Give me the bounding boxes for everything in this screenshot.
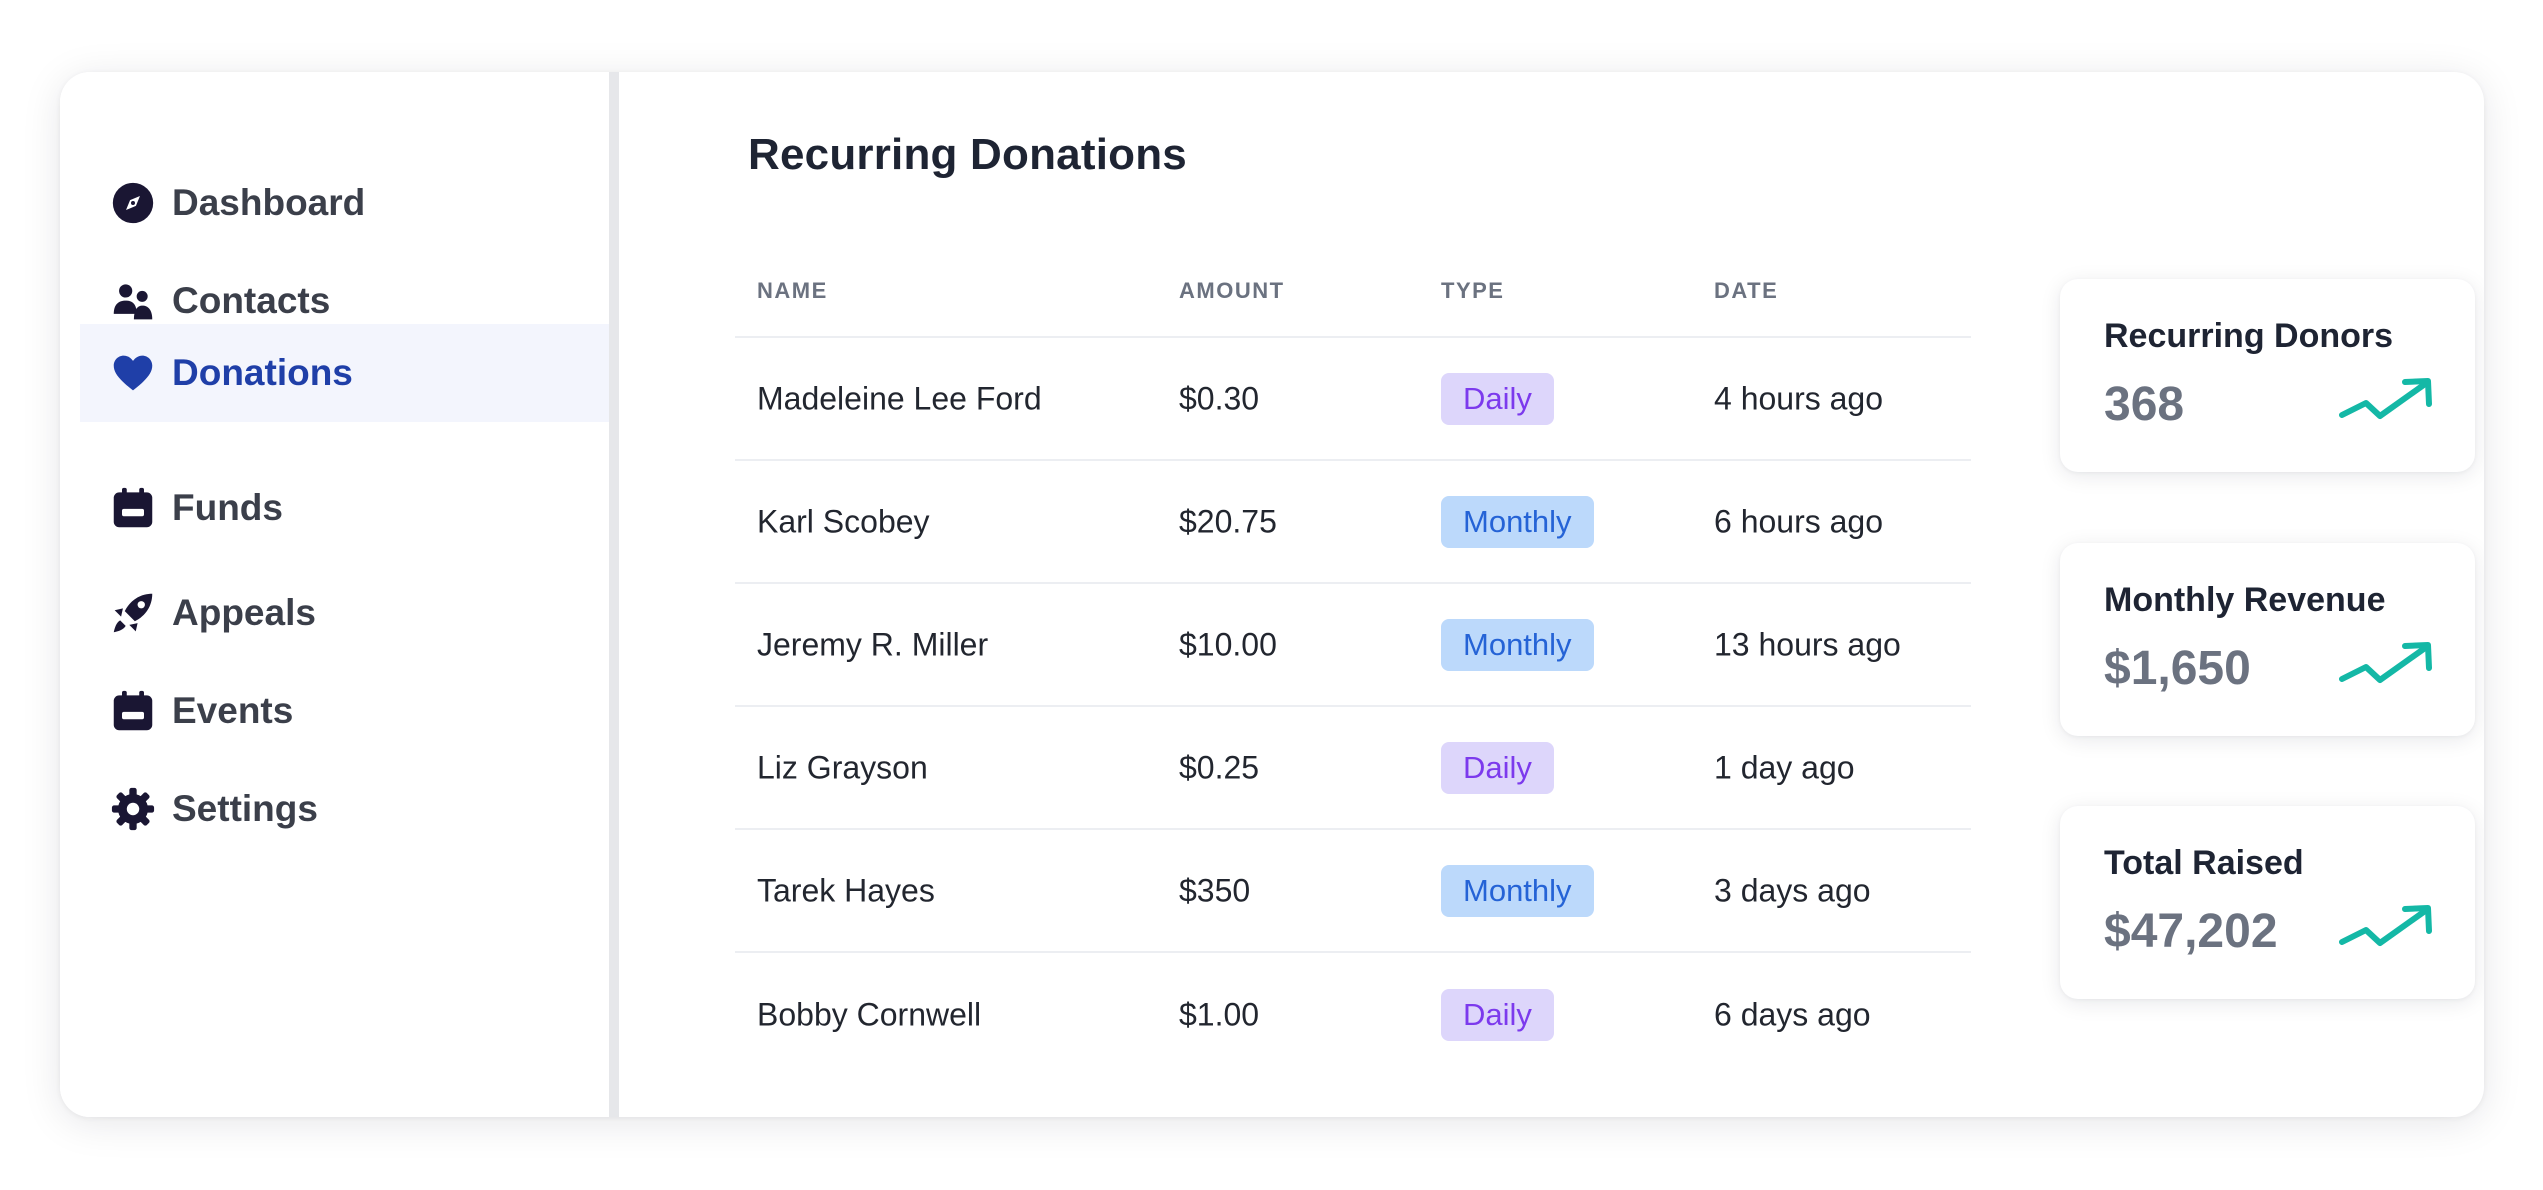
table-row[interactable]: Liz Grayson $0.25 Daily 1 day ago — [735, 707, 1971, 830]
sidebar-item-events[interactable]: Events — [80, 662, 609, 760]
sidebar-item-label: Dashboard — [172, 182, 366, 223]
table-row[interactable]: Tarek Hayes $350 Monthly 3 days ago — [735, 830, 1971, 953]
table-row[interactable]: Karl Scobey $20.75 Monthly 6 hours ago — [735, 461, 1971, 584]
donor-name: Bobby Cornwell — [757, 996, 982, 1032]
stat-title: Monthly Revenue — [2104, 581, 2386, 619]
type-cell: Daily — [1441, 988, 1554, 1041]
donation-amount: $1.00 — [1179, 996, 1260, 1032]
sidebar-item-label: Settings — [172, 788, 318, 829]
column-header-type[interactable]: TYPE — [1441, 278, 1504, 304]
type-cell: Daily — [1441, 372, 1554, 425]
donation-date: 6 hours ago — [1714, 503, 1884, 539]
calendar-icon — [111, 486, 155, 530]
sidebar-item-label: Contacts — [172, 280, 331, 321]
sidebar: Dashboard Contacts Donations Funds Appea — [60, 72, 609, 1117]
column-header-date[interactable]: DATE — [1714, 278, 1778, 304]
type-badge: Monthly — [1441, 495, 1594, 548]
table-row[interactable]: Bobby Cornwell $1.00 Daily 6 days ago — [735, 953, 1971, 1076]
donor-name: Jeremy R. Miller — [757, 626, 989, 662]
stat-value: 368 — [2104, 378, 2185, 431]
stat-card-recurring-donors: Recurring Donors 368 — [2060, 279, 2475, 472]
sidebar-item-funds[interactable]: Funds — [80, 459, 609, 557]
donation-amount: $350 — [1179, 872, 1251, 908]
donor-name: Liz Grayson — [757, 749, 928, 785]
sidebar-item-settings[interactable]: Settings — [80, 760, 609, 858]
column-header-amount[interactable]: AMOUNT — [1179, 278, 1285, 304]
sidebar-divider — [609, 72, 619, 1117]
sidebar-item-label: Funds — [172, 487, 283, 528]
type-cell: Daily — [1441, 741, 1554, 794]
donation-date: 13 hours ago — [1714, 626, 1901, 662]
page-title: Recurring Donations — [748, 130, 1187, 179]
trending-up-icon — [2339, 641, 2437, 689]
donation-amount: $0.25 — [1179, 749, 1260, 785]
heart-icon — [111, 351, 155, 395]
stat-title: Total Raised — [2104, 844, 2304, 882]
rocket-icon — [111, 591, 155, 635]
stat-card-monthly-revenue: Monthly Revenue $1,650 — [2060, 543, 2475, 736]
sidebar-item-dashboard[interactable]: Dashboard — [80, 154, 609, 252]
type-badge: Daily — [1441, 988, 1554, 1041]
sidebar-item-appeals[interactable]: Appeals — [80, 564, 609, 662]
table-row[interactable]: Jeremy R. Miller $10.00 Monthly 13 hours… — [735, 584, 1971, 707]
stat-value: $1,650 — [2104, 642, 2251, 695]
calendar-icon — [111, 689, 155, 733]
table-header: NAME AMOUNT TYPE DATE — [735, 244, 1971, 338]
stat-value: $47,202 — [2104, 905, 2278, 958]
sidebar-item-label: Donations — [172, 352, 353, 393]
app-window: Dashboard Contacts Donations Funds Appea — [60, 72, 2484, 1117]
trending-up-icon — [2339, 904, 2437, 952]
donations-table: NAME AMOUNT TYPE DATE Madeleine Lee Ford… — [735, 244, 1971, 1076]
donor-name: Tarek Hayes — [757, 872, 935, 908]
donation-date: 6 days ago — [1714, 996, 1871, 1032]
donation-date: 1 day ago — [1714, 749, 1855, 785]
sidebar-item-label: Events — [172, 690, 294, 731]
stat-title: Recurring Donors — [2104, 317, 2394, 355]
type-badge: Monthly — [1441, 864, 1594, 917]
donation-date: 3 days ago — [1714, 872, 1871, 908]
sidebar-item-donations[interactable]: Donations — [80, 324, 609, 422]
donation-date: 4 hours ago — [1714, 380, 1884, 416]
type-badge: Daily — [1441, 741, 1554, 794]
gear-icon — [111, 787, 155, 831]
trending-up-icon — [2339, 377, 2437, 425]
table-row[interactable]: Madeleine Lee Ford $0.30 Daily 4 hours a… — [735, 338, 1971, 461]
compass-icon — [111, 181, 155, 225]
sidebar-item-label: Appeals — [172, 592, 316, 633]
stat-card-total-raised: Total Raised $47,202 — [2060, 806, 2475, 999]
type-badge: Daily — [1441, 372, 1554, 425]
donor-name: Madeleine Lee Ford — [757, 380, 1042, 416]
type-badge: Monthly — [1441, 618, 1594, 671]
type-cell: Monthly — [1441, 495, 1594, 548]
donation-amount: $10.00 — [1179, 626, 1277, 662]
type-cell: Monthly — [1441, 618, 1594, 671]
donation-amount: $0.30 — [1179, 380, 1260, 416]
main-content: Recurring Donations NAME AMOUNT TYPE DAT… — [619, 72, 2484, 1117]
donation-amount: $20.75 — [1179, 503, 1277, 539]
column-header-name[interactable]: NAME — [757, 278, 828, 304]
donor-name: Karl Scobey — [757, 503, 930, 539]
type-cell: Monthly — [1441, 864, 1594, 917]
users-icon — [111, 279, 155, 323]
